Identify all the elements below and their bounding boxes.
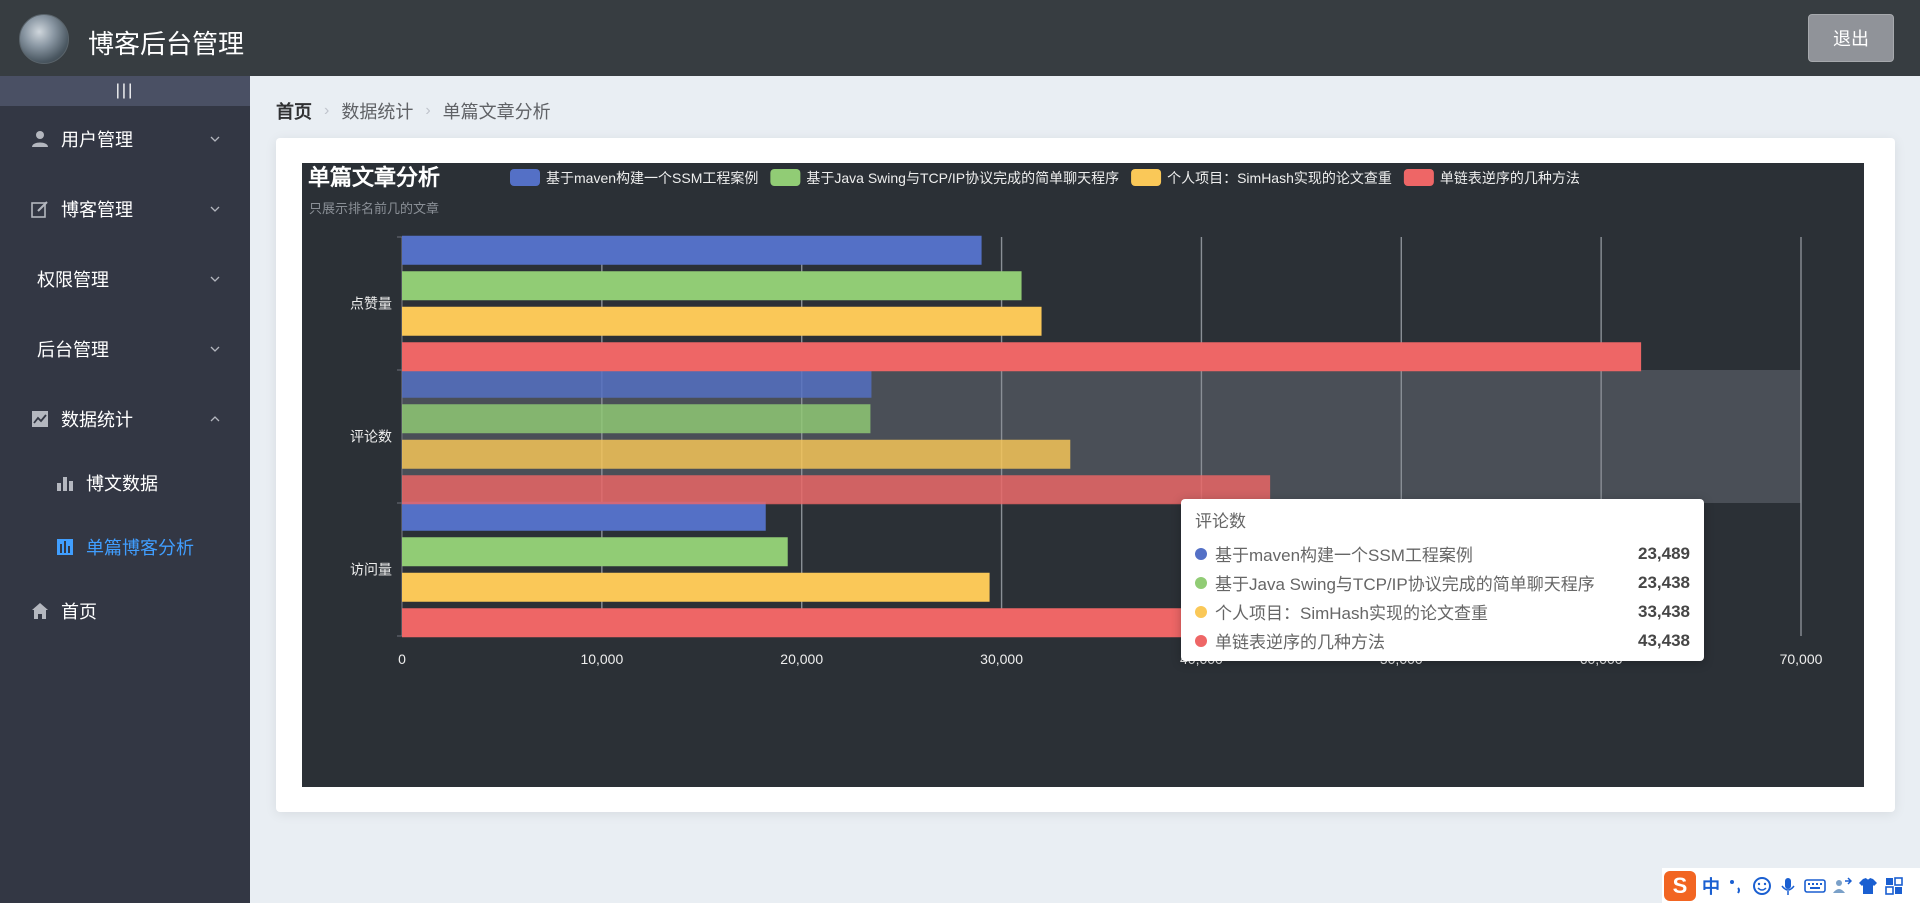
legend-label: 个人项目：SimHash实现的论文查重 xyxy=(1167,170,1392,186)
bar xyxy=(402,475,1271,505)
sidebar-item-label: 博客管理 xyxy=(61,200,133,220)
legend-label: 基于maven构建一个SSM工程案例 xyxy=(546,170,758,186)
series-dot-icon xyxy=(1195,634,1207,647)
emoji-icon[interactable] xyxy=(1752,876,1772,896)
bar xyxy=(402,271,1022,301)
breadcrumb-level1: 数据统计 xyxy=(341,102,414,122)
sidebar-subitem-label: 博文数据 xyxy=(86,474,158,494)
user-icon xyxy=(30,129,50,149)
user-switch-icon[interactable] xyxy=(1832,876,1852,896)
chevron-up-icon xyxy=(210,416,220,422)
tooltip-row: 基于Java Swing与TCP/IP协议完成的简单聊天程序 23,438 xyxy=(1195,568,1690,597)
sidebar-item-permission-management[interactable]: 权限管理 xyxy=(0,251,250,307)
tooltip-series-name: 基于Java Swing与TCP/IP协议完成的简单聊天程序 xyxy=(1215,575,1595,594)
tooltip-series-value: 23,438 xyxy=(1638,572,1690,592)
line-chart-icon xyxy=(30,409,50,429)
series-dot-icon xyxy=(1195,547,1207,560)
sidebar-item-label: 用户管理 xyxy=(61,130,133,150)
breadcrumb-home[interactable]: 首页 xyxy=(276,98,312,124)
sidebar: ||| 用户管理 博客管理 权限管理 后台管理 数据统计 博文数据 单篇博客分析… xyxy=(0,76,250,903)
punctuation-icon[interactable] xyxy=(1726,876,1746,896)
keyboard-icon[interactable] xyxy=(1804,876,1826,896)
chevron-right-icon: › xyxy=(425,102,431,119)
tooltip-row: 基于maven构建一个SSM工程案例 23,489 xyxy=(1195,539,1690,568)
bar xyxy=(402,235,982,265)
tooltip-series-value: 33,438 xyxy=(1638,601,1690,621)
tooltip-series-name: 基于maven构建一个SSM工程案例 xyxy=(1215,546,1473,565)
bar xyxy=(402,368,872,398)
bar xyxy=(402,537,788,567)
edit-icon xyxy=(30,199,50,219)
bar xyxy=(402,342,1642,372)
tooltip-title: 评论数 xyxy=(1195,512,1246,531)
sidebar-item-backend-management[interactable]: 后台管理 xyxy=(0,321,250,377)
tooltip-series-value: 43,438 xyxy=(1638,630,1690,650)
sidebar-item-label: 数据统计 xyxy=(61,410,133,430)
legend-swatch xyxy=(1131,169,1162,186)
series-dot-icon xyxy=(1195,605,1207,618)
sidebar-item-label: 后台管理 xyxy=(37,340,109,360)
x-tick-label: 0 xyxy=(398,651,406,667)
x-tick-label: 70,000 xyxy=(1780,651,1823,667)
bar xyxy=(402,501,766,531)
legend-swatch xyxy=(510,169,540,186)
sidebar-collapse-toggle[interactable]: ||| xyxy=(0,76,250,106)
bar xyxy=(402,306,1042,336)
home-icon xyxy=(30,601,50,621)
breadcrumb-level2: 单篇文章分析 xyxy=(442,102,551,122)
tooltip-series-name: 单链表逆序的几种方法 xyxy=(1215,633,1385,652)
skin-icon[interactable] xyxy=(1858,876,1878,896)
chart-title: 单篇文章分析 xyxy=(308,165,440,190)
chart-icon xyxy=(55,537,75,557)
chevron-down-icon xyxy=(210,136,220,142)
logout-button[interactable]: 退出 xyxy=(1808,14,1894,62)
tooltip-series-name: 个人项目：SimHash实现的论文查重 xyxy=(1215,604,1488,623)
microphone-icon[interactable] xyxy=(1778,876,1798,896)
legend-label: 基于Java Swing与TCP/IP协议完成的简单聊天程序 xyxy=(806,170,1119,186)
top-header: 博客后台管理 退出 xyxy=(0,0,1920,76)
series-dot-icon xyxy=(1195,576,1207,589)
chart-container: 010,00020,00030,00040,00050,00060,00070,… xyxy=(302,163,1864,787)
chevron-right-icon: › xyxy=(324,102,330,119)
breadcrumb: 首页 › 数据统计 › 单篇文章分析 xyxy=(276,98,551,124)
ime-logo-icon[interactable]: S xyxy=(1664,870,1696,901)
x-tick-label: 30,000 xyxy=(980,651,1023,667)
bar-chart-icon xyxy=(55,473,75,493)
x-tick-label: 20,000 xyxy=(780,651,823,667)
legend-swatch xyxy=(1403,169,1434,186)
bar-chart: 010,00020,00030,00040,00050,00060,00070,… xyxy=(308,165,1823,667)
legend-swatch xyxy=(770,169,801,186)
y-tick-label: 访问量 xyxy=(350,562,392,578)
chart-tooltip: 评论数 基于maven构建一个SSM工程案例 23,489 基于Java Swi… xyxy=(1181,499,1704,661)
sidebar-subitem-single-post-analysis[interactable]: 单篇博客分析 xyxy=(0,519,250,575)
chevron-down-icon xyxy=(210,346,220,352)
legend-label: 单链表逆序的几种方法 xyxy=(1440,170,1580,186)
sidebar-item-user-management[interactable]: 用户管理 xyxy=(0,111,250,167)
avatar xyxy=(19,14,69,64)
bar xyxy=(402,572,990,602)
x-tick-label: 10,000 xyxy=(580,651,623,667)
sidebar-item-label: 首页 xyxy=(61,602,97,622)
sidebar-item-home[interactable]: 首页 xyxy=(0,583,250,639)
chevron-down-icon xyxy=(210,276,220,282)
chevron-down-icon xyxy=(210,206,220,212)
sidebar-item-blog-management[interactable]: 博客管理 xyxy=(0,181,250,237)
sidebar-subitem-post-data[interactable]: 博文数据 xyxy=(0,455,250,511)
tooltip-row: 个人项目：SimHash实现的论文查重 33,438 xyxy=(1195,597,1690,626)
sidebar-subitem-label: 单篇博客分析 xyxy=(86,538,194,558)
ime-language-toggle[interactable]: 中 xyxy=(1702,873,1720,899)
bar xyxy=(402,404,871,434)
bar xyxy=(402,439,1071,469)
tooltip-series-value: 23,489 xyxy=(1638,543,1690,563)
tooltip-row: 单链表逆序的几种方法 43,438 xyxy=(1195,626,1690,655)
toolbox-icon[interactable] xyxy=(1884,876,1904,896)
chart-subtitle: 只展示排名前几的文章 xyxy=(309,201,439,216)
ime-toolbar: S 中 xyxy=(1662,868,1920,903)
y-tick-label: 评论数 xyxy=(350,429,392,445)
y-tick-label: 点赞量 xyxy=(350,296,392,312)
sidebar-item-label: 权限管理 xyxy=(37,270,109,290)
sidebar-item-data-statistics[interactable]: 数据统计 xyxy=(0,391,250,447)
app-title: 博客后台管理 xyxy=(88,29,245,59)
